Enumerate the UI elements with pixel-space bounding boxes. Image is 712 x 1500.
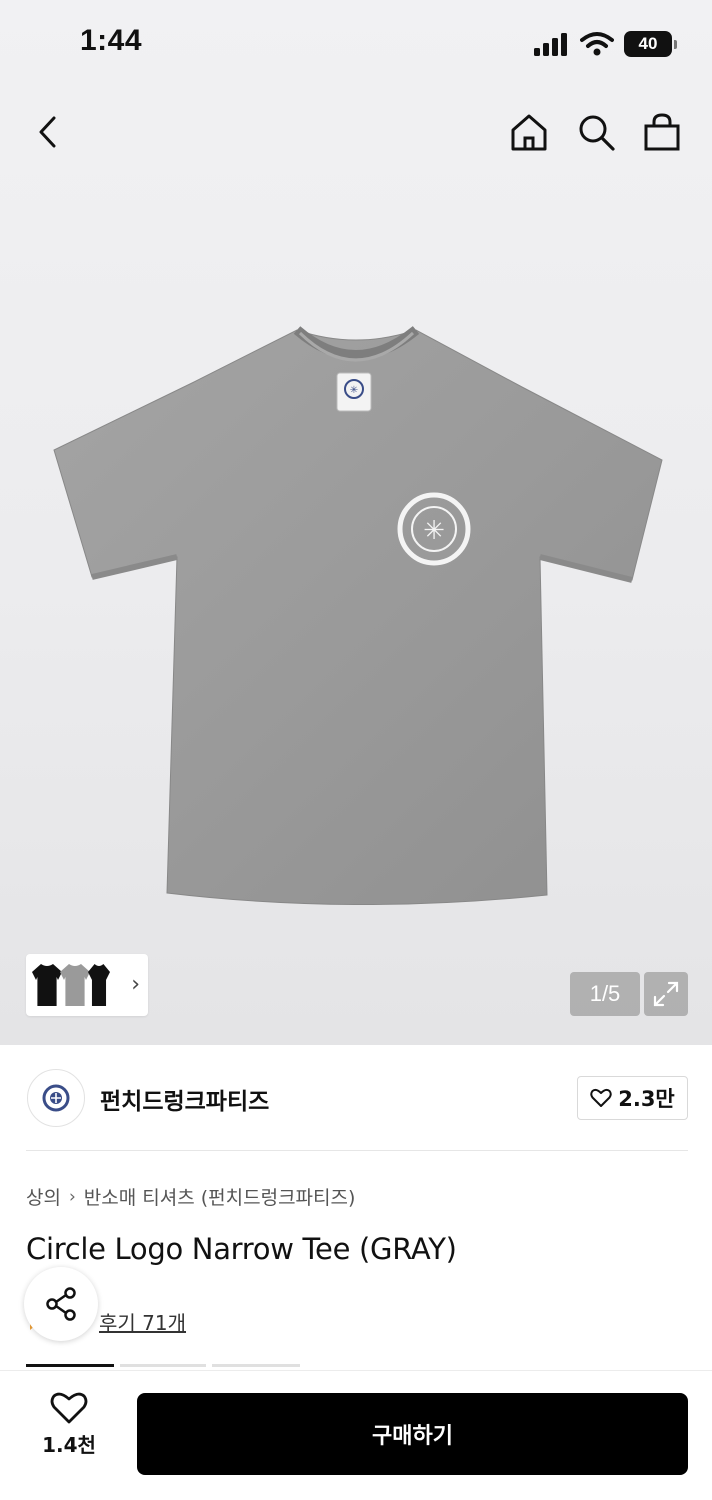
home-button[interactable]	[505, 108, 553, 156]
search-icon	[579, 115, 615, 151]
tab-indicator	[120, 1364, 206, 1367]
svg-text:✳: ✳	[350, 385, 358, 396]
expand-button[interactable]	[644, 972, 688, 1016]
top-nav	[0, 100, 712, 164]
svg-text:✳: ✳	[423, 516, 445, 546]
heart-icon	[50, 1392, 88, 1424]
cart-button[interactable]	[638, 108, 686, 156]
breadcrumb-subcategory[interactable]: 반소매 티셔츠 (펀치드렁크파티즈)	[84, 1183, 356, 1210]
status-bar: 1:44 40	[0, 0, 712, 88]
buy-button[interactable]: 구매하기	[137, 1393, 688, 1475]
breadcrumb-separator-icon: ›	[68, 1186, 76, 1207]
breadcrumb-category[interactable]: 상의	[26, 1183, 61, 1210]
wishlist-button[interactable]: 1.4천	[20, 1391, 118, 1481]
cellular-signal-icon	[534, 33, 567, 56]
color-thumbnails	[32, 964, 110, 1006]
brand-like-button[interactable]: 2.3만	[577, 1076, 688, 1120]
bottom-action-bar: 1.4천 구매하기	[0, 1370, 712, 1500]
product-image-area[interactable]: 1:44 40 ✳ ✳ › 1/5	[0, 0, 712, 1045]
battery-level: 40	[638, 34, 658, 53]
color-thumbnail[interactable]	[32, 964, 62, 1006]
divider	[26, 1150, 688, 1151]
chevron-right-icon: ›	[131, 972, 140, 997]
heart-icon	[590, 1088, 612, 1107]
gray-tshirt-image: ✳ ✳	[53, 326, 663, 905]
brand-row: 펀치드렁크파티즈 2.3만	[0, 1045, 712, 1151]
shopping-bag-icon	[644, 113, 680, 151]
back-button[interactable]	[24, 108, 72, 156]
breadcrumb: 상의 › 반소매 티셔츠 (펀치드렁크파티즈)	[26, 1183, 355, 1210]
wishlist-count: 1.4천	[42, 1433, 96, 1457]
search-button[interactable]	[572, 108, 620, 156]
color-thumbnail[interactable]	[60, 964, 90, 1006]
brand-name[interactable]: 펀치드렁크파티즈	[100, 1082, 269, 1116]
color-thumbnail[interactable]	[88, 964, 110, 1006]
brand-logo[interactable]	[27, 1069, 85, 1127]
status-icons: 40	[534, 28, 677, 60]
tab-indicator-active	[26, 1364, 114, 1367]
product-title: Circle Logo Narrow Tee (GRAY)	[26, 1232, 457, 1266]
image-counter: 1/5	[570, 972, 640, 1016]
share-button[interactable]	[24, 1267, 98, 1341]
expand-icon	[653, 981, 679, 1007]
back-chevron-icon	[39, 116, 56, 148]
share-icon	[46, 1287, 76, 1321]
home-icon	[511, 114, 547, 151]
tab-indicator	[212, 1364, 300, 1367]
status-time: 1:44	[80, 24, 143, 57]
product-photo[interactable]: ✳ ✳	[52, 325, 664, 905]
brand-like-count: 2.3만	[618, 1087, 675, 1111]
color-variants[interactable]: ›	[26, 954, 148, 1016]
wifi-icon	[580, 32, 614, 56]
brand-logo-icon	[42, 1084, 70, 1112]
review-count-link[interactable]: 후기 71개	[99, 1307, 186, 1336]
battery-icon: 40	[624, 31, 677, 57]
